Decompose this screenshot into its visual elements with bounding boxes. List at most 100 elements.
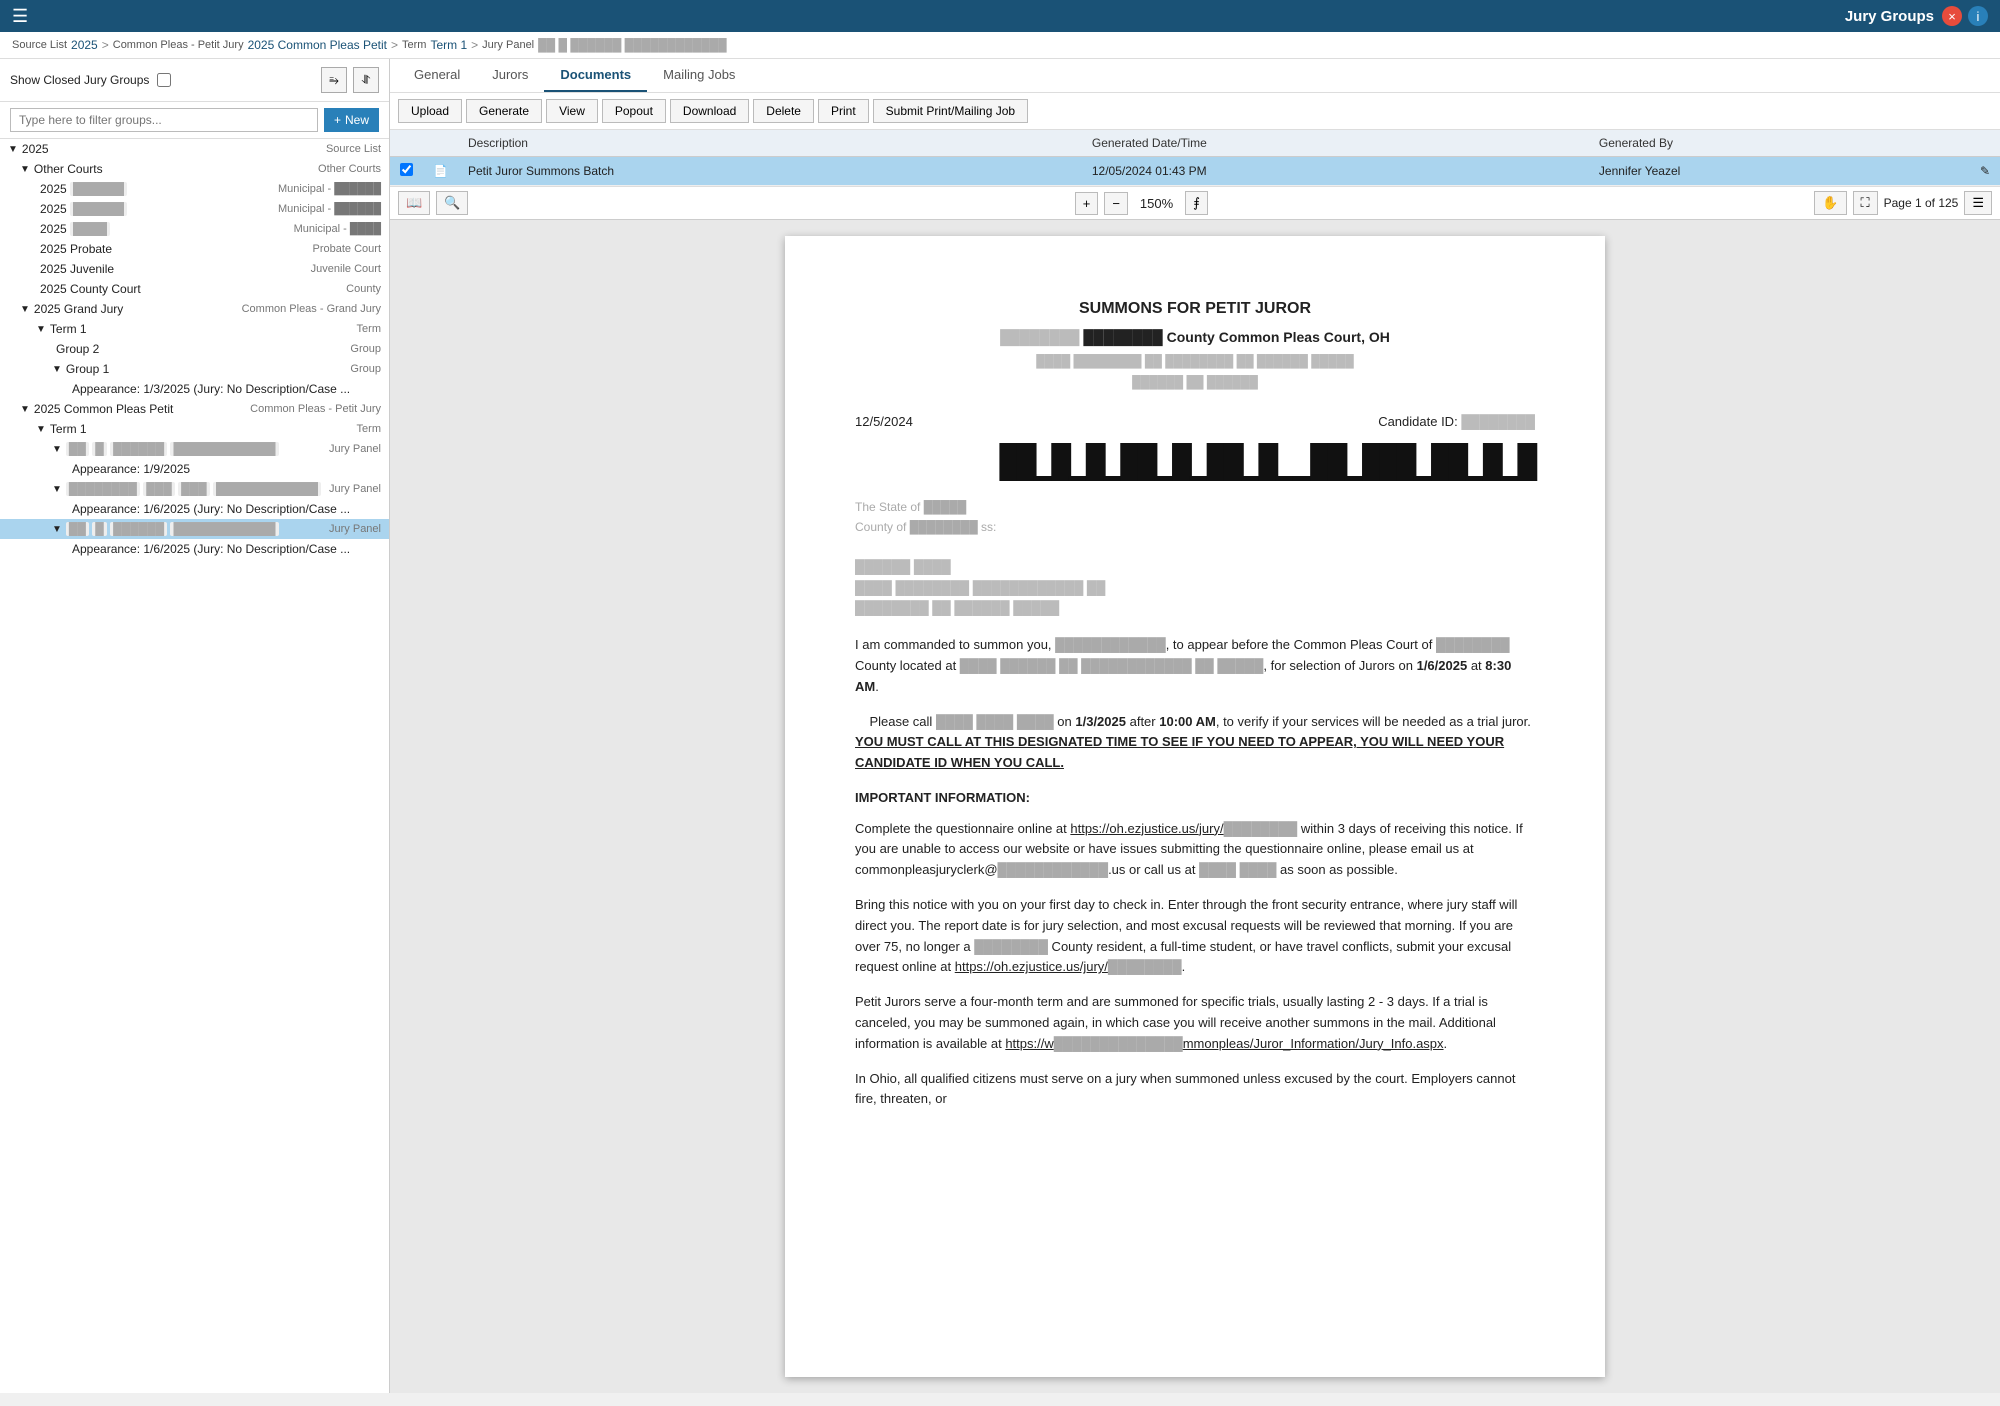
- action-generate-button[interactable]: Generate: [466, 99, 542, 123]
- tree-item[interactable]: ▼2025 Grand JuryCommon Pleas - Grand Jur…: [0, 299, 389, 319]
- info-icon[interactable]: i: [1968, 6, 1988, 26]
- row-edit-icon[interactable]: ✎: [1970, 157, 2000, 186]
- tree-item-type: Municipal - ██████: [278, 203, 381, 215]
- tree-item[interactable]: 2025 ████Municipal - ████: [0, 219, 389, 239]
- tree-item[interactable]: ▼██ █ ██████ ████████████Jury Panel: [0, 439, 389, 459]
- term-value[interactable]: Term 1: [430, 38, 467, 52]
- tree-item[interactable]: ▼2025Source List: [0, 139, 389, 159]
- tree-item[interactable]: ▼ Term 1 Term: [0, 319, 389, 339]
- pdf-subtitle: ████████ ████████ County Common Pleas Co…: [855, 326, 1535, 348]
- tree-item-type: Group: [350, 363, 381, 375]
- pdf-fit-page-btn[interactable]: ⛶: [1853, 191, 1878, 215]
- action-submit-print/mailing-job-button[interactable]: Submit Print/Mailing Job: [873, 99, 1028, 123]
- top-bar: ☰ Jury Groups × i: [0, 0, 2000, 32]
- pdf-zoom-out-btn[interactable]: −: [1104, 192, 1128, 215]
- tree-item-label: ██ █ ██████ ████████████: [66, 522, 321, 536]
- tree-item[interactable]: ▼2025 Common Pleas PetitCommon Pleas - P…: [0, 399, 389, 419]
- action-print-button[interactable]: Print: [818, 99, 869, 123]
- tree-item[interactable]: Appearance: 1/6/2025 (Jury: No Descripti…: [0, 499, 389, 519]
- pdf-body6: In Ohio, all qualified citizens must ser…: [855, 1069, 1535, 1111]
- tree-item-type: Source List: [326, 143, 381, 155]
- collapse-all-button[interactable]: ⥱: [321, 67, 347, 93]
- action-delete-button[interactable]: Delete: [753, 99, 814, 123]
- pdf-toolbar: 📖 🔍 + − 150% ⨎ ✋ ⛶ Page 1 of 125 ☰: [390, 187, 2000, 220]
- tree-item[interactable]: Group 2Group: [0, 339, 389, 359]
- tree-item-type: Group: [350, 343, 381, 355]
- tab-jurors[interactable]: Jurors: [476, 59, 544, 92]
- tree-item-type: Municipal - ████: [294, 223, 381, 235]
- hamburger-icon[interactable]: ☰: [12, 6, 28, 27]
- col-edit: [1970, 130, 2000, 157]
- court-value[interactable]: 2025 Common Pleas Petit: [248, 38, 387, 52]
- pdf-fullscreen-btn[interactable]: ⨎: [1185, 191, 1208, 215]
- sidebar-icon-group: ⥱ ⥯: [321, 67, 379, 93]
- tree-item[interactable]: 2025 ██████Municipal - ██████: [0, 179, 389, 199]
- source-list-value[interactable]: 2025: [71, 38, 98, 52]
- pdf-recipient-addr2: ████████ ██ ██████ █████: [855, 598, 1535, 619]
- tree-item-type: County: [346, 283, 381, 295]
- filter-row: + New: [0, 102, 389, 139]
- tree-item-label: Appearance: 1/3/2025 (Jury: No Descripti…: [72, 382, 373, 396]
- chevron-icon: ▼: [8, 144, 18, 155]
- tree-item-label: 2025 County Court: [40, 282, 338, 296]
- tree-item[interactable]: ▼Group 1Group: [0, 359, 389, 379]
- tree-item-type: Jury Panel: [329, 523, 381, 535]
- tree-item[interactable]: ▼ ██ █ ██████ ████████████ Jury Panel: [0, 519, 389, 539]
- tree-item[interactable]: 2025 ██████Municipal - ██████: [0, 199, 389, 219]
- pdf-zoom-in-btn[interactable]: +: [1075, 192, 1099, 215]
- row-checkbox[interactable]: [390, 157, 423, 186]
- tree-item[interactable]: 2025 JuvenileJuvenile Court: [0, 259, 389, 279]
- chevron-icon: ▼: [36, 324, 46, 335]
- tree-item-type: Term: [357, 323, 381, 335]
- action-upload-button[interactable]: Upload: [398, 99, 462, 123]
- row-generated-by: Jennifer Yeazel: [1589, 157, 1970, 186]
- tab-mailing-jobs[interactable]: Mailing Jobs: [647, 59, 751, 92]
- pdf-candidate-id-value: ████████: [1461, 414, 1535, 429]
- tree-item-type: Common Pleas - Grand Jury: [242, 303, 381, 315]
- table-row[interactable]: 📄 Petit Juror Summons Batch 12/05/2024 0…: [390, 157, 2000, 186]
- action-popout-button[interactable]: Popout: [602, 99, 666, 123]
- pdf-state-line: The State of █████: [855, 498, 1535, 517]
- pdf-recipient-addr1: ████ ████████ ████████████ ██: [855, 578, 1535, 599]
- show-closed-checkbox[interactable]: [157, 73, 171, 87]
- court-label: Common Pleas - Petit Jury: [113, 39, 244, 51]
- chevron-icon: ▼: [52, 524, 62, 535]
- tree-item[interactable]: Appearance: 1/3/2025 (Jury: No Descripti…: [0, 379, 389, 399]
- pdf-candidate-section: Candidate ID: ████████ ██▁█▁█▁██▁█▁██▁█▁…: [1000, 412, 1535, 488]
- tree-item[interactable]: Appearance: 1/6/2025 (Jury: No Descripti…: [0, 539, 389, 559]
- tree-item[interactable]: 2025 ProbateProbate Court: [0, 239, 389, 259]
- main-layout: Show Closed Jury Groups ⥱ ⥯ + New ▼2025S…: [0, 59, 2000, 1393]
- action-download-button[interactable]: Download: [670, 99, 749, 123]
- expand-all-button[interactable]: ⥯: [353, 67, 379, 93]
- tree-item-label: 2025 Common Pleas Petit: [34, 402, 242, 416]
- close-icon[interactable]: ×: [1942, 6, 1962, 26]
- tree-item[interactable]: ▼Other CourtsOther Courts: [0, 159, 389, 179]
- tab-general[interactable]: General: [398, 59, 476, 92]
- new-button[interactable]: + New: [324, 108, 379, 132]
- pdf-body1: I am commanded to summon you, ██████████…: [855, 635, 1535, 697]
- pdf-menu-btn[interactable]: ☰: [1964, 191, 1992, 215]
- tree-item-label: Other Courts: [34, 162, 310, 176]
- chevron-icon: ▼: [52, 484, 62, 495]
- filter-input[interactable]: [10, 108, 318, 132]
- chevron-icon: ▼: [20, 304, 30, 315]
- tree-item-label: Term 1: [50, 322, 349, 336]
- pdf-hand-tool[interactable]: ✋: [1814, 191, 1846, 215]
- pdf-search-icon[interactable]: 🔍: [436, 191, 468, 215]
- source-list-label: Source List: [12, 39, 67, 51]
- barcode: ██▁█▁█▁██▁█▁██▁█▁▁██▁███▁██▁█▁█: [1000, 437, 1535, 488]
- col-description: Description: [458, 130, 1082, 157]
- tree-item-type: Jury Panel: [329, 483, 381, 495]
- panel-value: ██ █ ██████ ████████████: [538, 38, 727, 52]
- tree-item[interactable]: ▼Term 1Term: [0, 419, 389, 439]
- tree-item[interactable]: Appearance: 1/9/2025: [0, 459, 389, 479]
- term-label: Term: [402, 39, 426, 51]
- tab-documents[interactable]: Documents: [544, 59, 647, 92]
- panel-label: Jury Panel: [482, 39, 534, 51]
- pdf-recipient-block: ██████ ████ ████ ████████ ████████████ █…: [855, 557, 1535, 619]
- pdf-page-info: Page 1 of 125: [1884, 196, 1959, 210]
- tree-item[interactable]: ▼████████ ███ ███ ████████████Jury Panel: [0, 479, 389, 499]
- tree-item[interactable]: 2025 County Court County: [0, 279, 389, 299]
- action-view-button[interactable]: View: [546, 99, 598, 123]
- pdf-book-icon[interactable]: 📖: [398, 191, 430, 215]
